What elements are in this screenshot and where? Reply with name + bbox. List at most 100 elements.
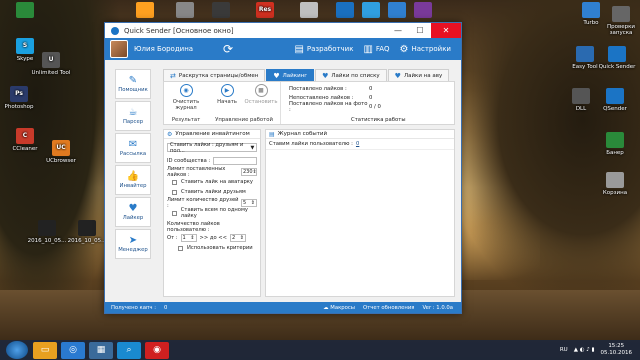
desktop-icon[interactable]: QSender <box>590 88 640 112</box>
sync-icon[interactable]: ⟳ <box>208 42 248 56</box>
desktop-icon-label: CCleaner <box>12 146 38 152</box>
sidebar-item-label: Парсер <box>122 119 144 125</box>
community-id-row: ID сообщества : <box>164 155 260 166</box>
desktop-icon[interactable]: UC UCbrowser <box>36 140 86 164</box>
maximize-button[interactable]: ☐ <box>409 23 431 38</box>
search-icon[interactable]: ⌕ <box>117 341 141 359</box>
desktop-icon[interactable]: Res <box>240 2 290 20</box>
like-mode-dropdown[interactable]: Ставить лайки : друзьям и пол... ▼ <box>167 142 257 154</box>
app-icon[interactable]: ▦ <box>89 341 113 359</box>
desktop-icon[interactable]: U Unlimited Tool <box>26 52 76 76</box>
minimize-button[interactable]: — <box>387 23 409 38</box>
clear-icon: ◉ <box>179 84 193 97</box>
title-bar[interactable]: Quick Sender [Основное окно] — ☐ ✕ <box>105 23 461 38</box>
developer-button[interactable]: ▤ Разработчик <box>294 44 353 55</box>
desktop-icon[interactable] <box>398 2 448 20</box>
taskbar: ▭ ◎ ▦ ⌕ ◉ RU ▲ ◐ ♪ ▮ 15:25 05.10.2016 <box>0 340 640 360</box>
tab-label: Раскрутка страницы/обмен <box>178 72 259 79</box>
sidebar-item-manager[interactable]: ➤ Менеджер <box>115 229 151 259</box>
faq-button[interactable]: ▥ FAQ <box>363 44 389 55</box>
tab-liking[interactable]: ♥ Лайкинг <box>266 69 315 81</box>
settings-label: Настройки <box>411 45 451 53</box>
clear-log-button[interactable]: ◉ Очистить журнал <box>169 84 203 111</box>
language-indicator[interactable]: RU <box>560 347 568 353</box>
control-group: ▶ Начать ■ Остановить Управление работой <box>208 82 280 124</box>
sidebar-item-label: Менеджер <box>118 247 148 253</box>
tab-promotion[interactable]: ⇄ Раскрутка страницы/обмен <box>163 69 266 81</box>
record-icon[interactable]: ◉ <box>145 341 169 359</box>
log-line: Ставим лайки пользователю :0 <box>266 139 454 150</box>
desktop-icon[interactable]: Корзина <box>590 172 640 196</box>
criteria-checkbox-row[interactable]: Использовать критерии <box>164 243 260 253</box>
tab-bar: ⇄ Раскрутка страницы/обмен ♥ Лайкинг ♥ Лайк… <box>163 69 455 81</box>
macros-link[interactable]: ☁ Макросы <box>323 305 355 311</box>
start-label: Начать <box>217 99 237 105</box>
limit-row: Лимит поставленных лайков : 230 ⇕ <box>164 166 260 178</box>
chrome-icon[interactable]: ◎ <box>61 341 85 359</box>
clock-time: 15:25 <box>608 343 625 349</box>
settings-button[interactable]: ⚙ Настройки <box>399 44 451 55</box>
invite-control-panel: ⚙ Управление инвайтингом Ставить лайки : … <box>163 129 261 297</box>
log-line-count[interactable]: 0 <box>356 141 359 147</box>
panel-title: ⚙ Управление инвайтингом <box>164 130 260 139</box>
heart-icon: ♥ <box>128 203 138 214</box>
stop-button[interactable]: ■ Остановить <box>244 84 278 105</box>
desktop-icon[interactable] <box>196 2 246 20</box>
envelope-icon: ✉ <box>128 139 138 150</box>
stat-value: 0 / 0 <box>369 103 381 110</box>
close-button[interactable]: ✕ <box>431 23 461 38</box>
checkbox[interactable] <box>172 189 177 195</box>
friends-limit-stepper[interactable]: 5 ⇕ <box>241 198 257 207</box>
friends-like-checkbox-row[interactable]: Ставить лайки друзьям <box>164 187 260 197</box>
start-button[interactable] <box>6 341 28 359</box>
video-file-icon <box>78 220 96 236</box>
checkbox[interactable] <box>178 245 183 251</box>
sidebar-item-mailing[interactable]: ✉ Рассылка <box>115 133 151 163</box>
tab-likes-by-list[interactable]: ♥ Лайки по списку <box>315 69 387 81</box>
clock[interactable]: 15:25 05.10.2016 <box>601 343 633 357</box>
sidebar-item-parser[interactable]: ☕ Парсер <box>115 101 151 131</box>
app-icon <box>300 2 318 18</box>
desktop-icon[interactable]: Quick Sender <box>592 46 640 70</box>
desktop-icon[interactable]: Банер <box>590 132 640 156</box>
update-report-link[interactable]: Отчет обновления <box>363 305 414 311</box>
main-area: ⇄ Раскрутка страницы/обмен ♥ Лайкинг ♥ Лайк… <box>163 69 455 299</box>
tab-likes-on-avatar[interactable]: ♥ Лайки на аву <box>387 69 450 81</box>
to-stepper[interactable]: 2 ⇕ <box>229 233 246 242</box>
limit-stepper[interactable]: 230 ⇕ <box>241 167 257 176</box>
tab-label: Лайкинг <box>282 72 308 79</box>
sidebar-item-inviter[interactable]: 👍 Инвайтер <box>115 165 151 195</box>
clear-log-label: Очистить журнал <box>172 99 200 111</box>
community-id-label: ID сообщества : <box>167 157 211 164</box>
control-group-label: Управление работой <box>215 117 273 123</box>
app-icon <box>414 2 432 18</box>
desktop-icon[interactable]: Ps Photoshop <box>0 86 44 110</box>
community-id-input[interactable] <box>213 156 257 165</box>
desktop-icon[interactable] <box>0 2 50 20</box>
quick-sender-icon <box>606 88 624 104</box>
explorer-icon[interactable]: ▭ <box>33 341 57 359</box>
app-icon: Res <box>256 2 274 18</box>
stat-row: Поставлено лайков : 0 <box>289 84 454 93</box>
desktop-icon[interactable]: Проверки запуска <box>596 6 640 36</box>
result-group-label: Результат <box>171 117 201 123</box>
start-button[interactable]: ▶ Начать <box>210 84 244 105</box>
version-label: Ver : 1.0.0a <box>422 304 453 311</box>
app-window: Quick Sender [Основное окно] — ☐ ✕ Юлия … <box>104 22 462 314</box>
avatar[interactable] <box>110 40 128 58</box>
faq-label: FAQ <box>375 45 390 53</box>
stats-group-label: Статистика работы <box>351 117 406 123</box>
ribbon: ◉ Очистить журнал Результат ▶ Начать ■ Оста… <box>163 81 455 125</box>
checkbox[interactable] <box>172 210 177 216</box>
avatar-like-checkbox-row[interactable]: Ставить лайк на аватарку <box>164 177 260 187</box>
app-icon <box>212 2 230 18</box>
tab-label: Лайки по списку <box>331 72 380 79</box>
tray-icons[interactable]: ▲ ◐ ♪ ▮ <box>574 347 595 353</box>
checkbox[interactable] <box>172 179 177 185</box>
quick-sender-icon <box>608 46 626 62</box>
sidebar-item-liker[interactable]: ♥ Лайкер <box>115 197 151 227</box>
stat-value: 0 <box>369 85 373 92</box>
sidebar-item-assistant[interactable]: ✎ Помощник <box>115 69 151 99</box>
one-like-checkbox-row[interactable]: Ставить всем по одному лайку <box>164 207 260 219</box>
from-stepper[interactable]: 1 ⇕ <box>180 233 197 242</box>
